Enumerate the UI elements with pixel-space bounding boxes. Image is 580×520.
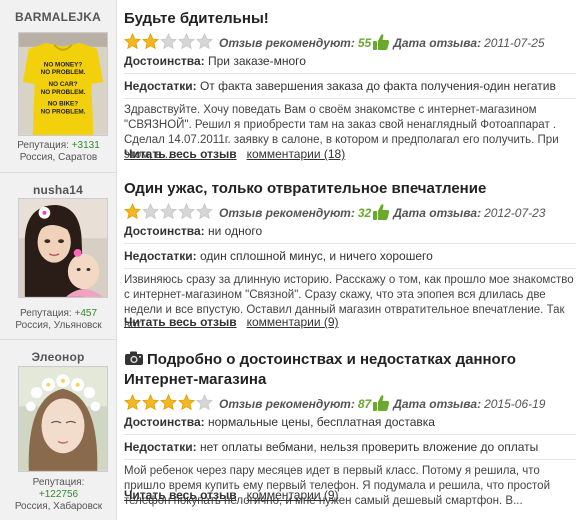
star-empty-icon xyxy=(196,202,213,220)
shirt-text: NO PROBLEM. xyxy=(41,69,86,76)
pros-text: нормальные цены, бесплатная доставка xyxy=(208,415,435,429)
author-location: Россия, Ульяновск xyxy=(15,320,102,331)
review-links: Читать весь отзыв комментарии (18) xyxy=(124,147,345,161)
author-panel: nusha14 Репутация: +457 Россия, Ульяновс… xyxy=(0,172,117,339)
pros-label: Достоинства: xyxy=(124,415,205,429)
date-label: Дата отзыва: xyxy=(393,397,482,411)
rating-stars xyxy=(124,202,214,224)
pros-label: Достоинства: xyxy=(124,54,205,68)
comments-link[interactable]: комментарии (9) xyxy=(247,315,339,329)
reputation: Репутация: +122756 xyxy=(0,477,117,501)
read-full-review-link[interactable]: Читать весь отзыв xyxy=(124,488,237,502)
pros-text: ни одного xyxy=(208,224,263,238)
shirt-text: NO BIKE? xyxy=(48,101,78,108)
recommend-count: 32 xyxy=(357,206,372,220)
review-title[interactable]: Один ужас, только отвратительное впечатл… xyxy=(124,180,576,198)
date-label: Дата отзыва: xyxy=(393,36,482,50)
avatar[interactable] xyxy=(18,198,108,298)
reputation-value: +3131 xyxy=(71,140,100,151)
review-title[interactable]: Будьте бдительны! xyxy=(124,10,576,28)
recommend-label: Отзыв рекомендуют: xyxy=(219,206,355,220)
star-filled-icon xyxy=(124,393,141,411)
star-empty-icon xyxy=(160,32,177,50)
review-content: Будьте бдительны! Отзыв рекомендуют: 55 Да… xyxy=(124,10,576,163)
comments-link[interactable]: комментарии (18) xyxy=(247,147,346,161)
star-filled-icon xyxy=(178,393,195,411)
reputation-label: Репутация: xyxy=(32,477,85,488)
star-empty-icon xyxy=(196,393,213,411)
reputation: Репутация: +457 xyxy=(0,308,117,320)
star-filled-icon xyxy=(160,393,177,411)
recommend-count: 55 xyxy=(357,36,372,50)
star-filled-icon xyxy=(124,202,141,220)
author-name[interactable]: nusha14 xyxy=(0,183,116,197)
recommend-label: Отзыв рекомендуют: xyxy=(219,36,355,50)
author-panel: Элеонор Репутация: +122756 Россия, Хабар… xyxy=(0,339,117,520)
cons-field: Недостатки: один сплошной минус, и ничег… xyxy=(124,244,576,269)
star-empty-icon xyxy=(142,202,159,220)
cons-label: Недостатки: xyxy=(124,440,197,454)
review-date: 2015-06-19 xyxy=(484,397,546,411)
thumbs-up-icon[interactable] xyxy=(372,394,390,416)
star-filled-icon xyxy=(142,393,159,411)
shirt-text: NO PROBLEM. xyxy=(41,89,86,96)
author-location: Россия, Хабаровск xyxy=(14,501,103,512)
shirt-text: NO PROBLEM. xyxy=(41,108,86,115)
avatar[interactable] xyxy=(18,366,108,472)
review-meta: Отзыв рекомендуют: 55 Дата отзыва: 2011-07-… xyxy=(124,32,576,50)
read-full-review-link[interactable]: Читать весь отзыв xyxy=(124,315,237,329)
pros-text: При заказе-много xyxy=(208,54,306,68)
cons-label: Недостатки: xyxy=(124,79,197,93)
review-date: 2012-07-23 xyxy=(484,206,546,220)
review-content: Подробно о достоинствах и недостатках да… xyxy=(124,350,576,509)
author-name[interactable]: Элеонор xyxy=(0,350,116,364)
star-filled-icon xyxy=(142,32,159,50)
cons-text: нет оплаты вебмани, нельзя проверить вло… xyxy=(199,440,539,454)
star-empty-icon xyxy=(196,32,213,50)
review-links: Читать весь отзыв комментарии (9) xyxy=(124,488,339,502)
date-label: Дата отзыва: xyxy=(393,206,482,220)
review-meta: Отзыв рекомендуют: 32 Дата отзыва: 2012-07-… xyxy=(124,202,576,220)
rating-stars xyxy=(124,32,214,54)
star-empty-icon xyxy=(160,202,177,220)
shirt-text: NO CAR? xyxy=(49,81,78,88)
read-full-review-link[interactable]: Читать весь отзыв xyxy=(124,147,237,161)
author-name[interactable]: BARMALEJKA xyxy=(0,10,116,24)
review-card: BARMALEJKA NO MONEY? NO PROBLEM. NO CAR?… xyxy=(0,0,580,172)
recommend-count: 87 xyxy=(357,397,372,411)
reputation-value: +457 xyxy=(74,308,98,319)
shirt-text: NO MONEY? xyxy=(44,61,83,68)
camera-icon xyxy=(124,350,144,371)
comments-link[interactable]: комментарии (9) xyxy=(247,488,339,502)
thumbs-up-icon[interactable] xyxy=(372,33,390,55)
author-panel: BARMALEJKA NO MONEY? NO PROBLEM. NO CAR?… xyxy=(0,0,117,172)
review-title[interactable]: Подробно о достоинствах и недостатках да… xyxy=(124,351,516,388)
reputation-value: +122756 xyxy=(38,489,79,500)
reputation-label: Репутация: xyxy=(17,140,69,151)
star-empty-icon xyxy=(178,202,195,220)
reputation: Репутация: +3131 xyxy=(0,140,117,152)
author-location: Россия, Саратов xyxy=(19,152,98,163)
cons-field: Недостатки: нет оплаты вебмани, нельзя п… xyxy=(124,435,576,460)
review-card: Элеонор Репутация: +122756 Россия, Хабар… xyxy=(0,339,580,520)
thumbs-up-icon[interactable] xyxy=(372,203,390,225)
star-empty-icon xyxy=(178,32,195,50)
review-title-row[interactable]: Подробно о достоинствах и недостатках да… xyxy=(124,350,576,389)
review-content: Один ужас, только отвратительное впечатл… xyxy=(124,180,576,333)
cons-text: От факта завершения заказа до факта полу… xyxy=(199,79,556,93)
avatar[interactable]: NO MONEY? NO PROBLEM. NO CAR? NO PROBLEM… xyxy=(18,32,108,136)
cons-text: один сплошной минус, и ничего хорошего xyxy=(199,249,433,263)
review-card: nusha14 Репутация: +457 Россия, Ульяновс… xyxy=(0,172,580,339)
rating-stars xyxy=(124,393,214,415)
recommend-label: Отзыв рекомендуют: xyxy=(219,397,355,411)
review-date: 2011-07-25 xyxy=(484,36,545,50)
review-meta: Отзыв рекомендуют: 87 Дата отзыва: 2015-06-… xyxy=(124,393,576,411)
star-filled-icon xyxy=(124,32,141,50)
cons-field: Недостатки: От факта завершения заказа д… xyxy=(124,74,576,99)
pros-label: Достоинства: xyxy=(124,224,205,238)
cons-label: Недостатки: xyxy=(124,249,197,263)
review-links: Читать весь отзыв комментарии (9) xyxy=(124,315,339,329)
reputation-label: Репутация: xyxy=(19,308,72,319)
